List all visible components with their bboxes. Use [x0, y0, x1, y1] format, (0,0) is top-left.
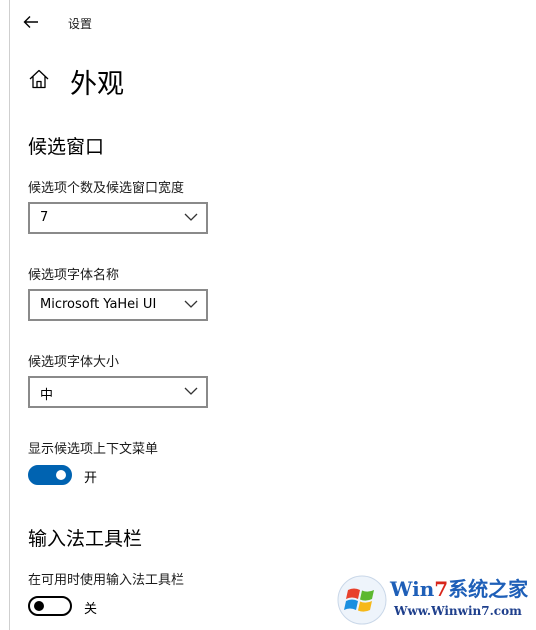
home-icon: [29, 69, 49, 89]
watermark-brand-suffix: 系统之家: [448, 577, 529, 601]
context-menu-state: 开: [84, 471, 98, 486]
toggle-knob: [56, 470, 66, 480]
watermark-brand: Win7系统之家: [390, 578, 528, 600]
context-menu-label: 显示候选项上下文菜单: [28, 442, 159, 457]
font-size-value: 中: [40, 388, 54, 403]
watermark-url: Www.Winwin7.com: [394, 604, 522, 618]
title-bar: 设置: [10, 0, 536, 48]
font-name-dropdown[interactable]: Microsoft YaHei UI: [28, 289, 208, 321]
chevron-down-icon: [184, 387, 198, 395]
candidate-count-label: 候选项个数及候选窗口宽度: [28, 181, 185, 196]
section-title-ime-toolbar: 输入法工具栏: [28, 528, 143, 550]
font-size-label: 候选项字体大小: [28, 355, 120, 370]
chevron-down-icon: [184, 300, 198, 308]
window-title: 设置: [68, 17, 93, 31]
font-name-label: 候选项字体名称: [28, 268, 120, 283]
back-arrow-icon[interactable]: [22, 13, 40, 31]
font-name-value: Microsoft YaHei UI: [40, 297, 157, 312]
toolbar-state: 关: [84, 602, 98, 617]
toolbar-toggle[interactable]: [28, 596, 72, 616]
font-size-dropdown[interactable]: 中: [28, 376, 208, 408]
context-menu-toggle[interactable]: [28, 465, 72, 485]
window-left-edge: [0, 0, 10, 630]
watermark-brand-prefix: Win: [390, 577, 435, 601]
page-title: 外观: [70, 69, 124, 100]
watermark: Win7系统之家 Www.Winwin7.com: [336, 572, 532, 628]
toggle-knob: [34, 601, 44, 611]
toolbar-label: 在可用时使用输入法工具栏: [28, 573, 185, 588]
windows-logo-icon: [337, 575, 387, 625]
candidate-count-dropdown[interactable]: 7: [28, 202, 208, 234]
candidate-count-value: 7: [40, 210, 49, 225]
watermark-brand-number: 7: [434, 577, 449, 601]
chevron-down-icon: [184, 213, 198, 221]
section-title-candidate-window: 候选窗口: [28, 136, 105, 158]
